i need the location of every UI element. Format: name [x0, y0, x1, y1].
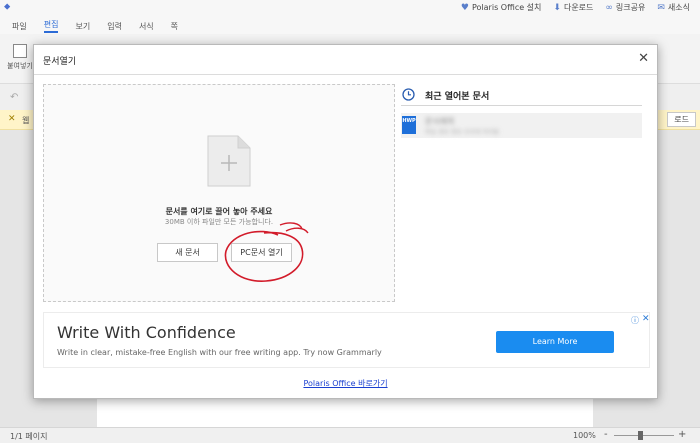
recent-document-item[interactable]: HWP 문서제목 파일 경로 정보 흐리게 처리됨 [401, 113, 642, 138]
tab-edit[interactable]: 편집 [43, 19, 59, 33]
zoom-slider-thumb[interactable] [638, 431, 643, 440]
notice-close-icon[interactable]: ✕ [8, 114, 16, 124]
polaris-office-shortcut-link[interactable]: Polaris Office 바로가기 [34, 378, 657, 389]
drop-subtitle: 30MB 이하 파일만 모든 가능합니다. [164, 218, 274, 226]
recent-documents-title: 최근 열어본 문서 [425, 92, 490, 102]
open-document-dialog: 문서열기 ✕ 문서를 여기로 끌어 놓아 주세요 30MB 이하 파일만 모든 … [33, 44, 658, 399]
paste-icon [13, 44, 27, 58]
hwp-file-icon: HWP [402, 116, 416, 134]
zoom-slider-track[interactable] [614, 435, 674, 436]
close-icon[interactable]: ✕ [638, 52, 649, 65]
tab-page[interactable]: 쪽 [171, 21, 178, 32]
download-button[interactable]: ⬇ 다운로드 [553, 2, 593, 13]
zoom-in-button[interactable]: + [678, 429, 686, 440]
drop-title: 문서를 여기로 끌어 놓아 주세요 [165, 207, 273, 216]
top-actions: ♥ Polaris Office 설치 ⬇ 다운로드 ∞ 링크공유 ✉ 새소식 [461, 2, 690, 13]
ad-close-icon[interactable]: ✕ [642, 314, 650, 324]
link-share-label: 링크공유 [615, 3, 646, 12]
paste-label: 붙여넣기 [7, 62, 33, 70]
link-share-button[interactable]: ∞ 링크공유 [605, 2, 645, 13]
new-doc-icon: ✉ [657, 2, 665, 13]
zoom-level: 100% [573, 431, 596, 440]
install-label: Polaris Office 설치 [472, 3, 542, 12]
ad-info-icon[interactable]: ⓘ [631, 315, 639, 326]
notice-text: 웹 [22, 116, 30, 125]
news-label: 새소식 [667, 3, 690, 12]
file-drop-zone[interactable]: 문서를 여기로 끌어 놓아 주세요 30MB 이하 파일만 모든 가능합니다. … [43, 84, 395, 302]
clock-icon [402, 88, 415, 101]
top-bar: ⬥ ♥ Polaris Office 설치 ⬇ 다운로드 ∞ 링크공유 ✉ 새소… [0, 0, 700, 18]
news-button[interactable]: ✉ 새소식 [657, 2, 690, 13]
link-icon: ∞ [605, 2, 613, 13]
download-icon: ⬇ [553, 2, 561, 13]
open-pc-document-button[interactable]: PC문서 열기 [231, 243, 292, 262]
ad-title: Write With Confidence [57, 323, 236, 342]
tab-format[interactable]: 서식 [139, 21, 154, 32]
dialog-header: 문서열기 ✕ [34, 45, 657, 75]
ad-description: Write in clear, mistake-free English wit… [57, 348, 382, 357]
new-document-button[interactable]: 새 문서 [157, 243, 218, 262]
recent-document-path: 파일 경로 정보 흐리게 처리됨 [425, 129, 499, 136]
undo-icon[interactable]: ↶ [10, 92, 18, 103]
tab-view[interactable]: 보기 [75, 21, 90, 32]
install-polaris-button[interactable]: ♥ Polaris Office 설치 [461, 2, 541, 13]
app-logo-icon[interactable]: ⬥ [4, 2, 10, 12]
zoom-out-button[interactable]: - [604, 429, 608, 440]
dialog-title: 문서열기 [43, 57, 77, 67]
notice-download-button[interactable]: 로드 [667, 112, 696, 127]
page-indicator: 1/1 페이지 [10, 432, 48, 441]
ad-learn-more-button[interactable]: Learn More [496, 331, 614, 353]
paste-button[interactable]: 붙여넣기 [6, 44, 34, 71]
file-icon [207, 135, 251, 187]
download-label: 다운로드 [563, 3, 594, 12]
recent-documents-header: 최근 열어본 문서 [401, 84, 642, 106]
polaris-logo-icon: ♥ [460, 2, 469, 13]
menu-tabs: 파일 편집 보기 입력 서식 쪽 [0, 18, 700, 34]
status-bar: 1/1 페이지 100% - + [0, 427, 700, 443]
advertisement-banner[interactable]: Write With Confidence Write in clear, mi… [43, 312, 650, 368]
recent-document-name: 문서제목 [425, 117, 455, 126]
tab-insert[interactable]: 입력 [107, 21, 122, 32]
tab-file[interactable]: 파일 [12, 21, 27, 32]
